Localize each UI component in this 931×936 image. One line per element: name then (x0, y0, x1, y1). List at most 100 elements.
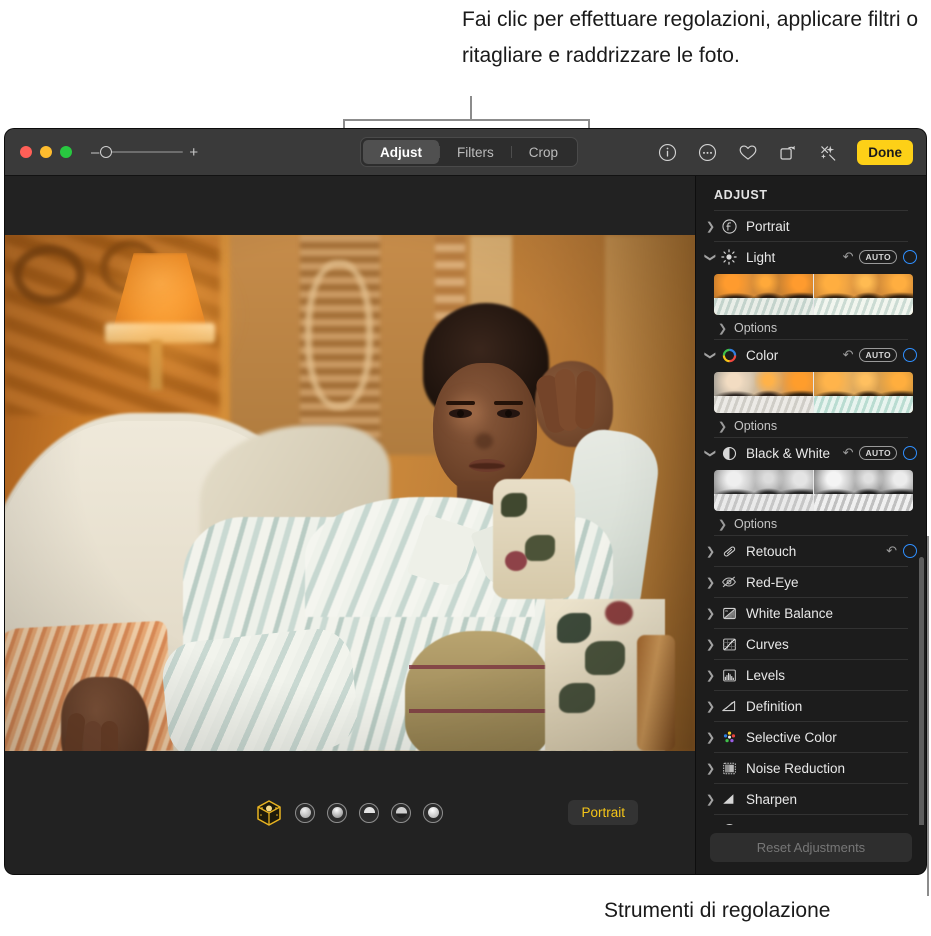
more-options-icon[interactable] (697, 142, 718, 163)
tab-crop[interactable]: Crop (512, 140, 575, 164)
color-preview-after[interactable] (814, 372, 913, 413)
natural-light-cube-icon[interactable] (255, 799, 283, 827)
black-and-white-options-row[interactable]: ❯ Options (696, 513, 926, 535)
zoom-slider-track[interactable] (100, 146, 184, 158)
callout-bottom-text: Strumenti di regolazione (604, 899, 831, 922)
chevron-right-icon[interactable]: ❯ (704, 762, 717, 775)
adjust-row-black-and-white-label: Black & White (746, 445, 831, 461)
adjust-row-portrait[interactable]: ❯ Portrait (696, 211, 926, 241)
auto-button[interactable]: AUTO (859, 446, 897, 460)
adjust-row-light[interactable]: ❯ Light ↶ AUTO (696, 242, 926, 272)
reset-adjustments-button[interactable]: Reset Adjustments (710, 833, 912, 862)
adjust-row-portrait-label: Portrait (746, 218, 790, 234)
bw-preview-after[interactable] (814, 470, 913, 511)
auto-button[interactable]: AUTO (859, 348, 897, 362)
sun-icon (719, 247, 739, 267)
chevron-right-icon[interactable]: ❯ (704, 824, 717, 826)
chevron-right-icon[interactable]: ❯ (716, 322, 729, 335)
zoom-slider-knob[interactable] (100, 146, 113, 158)
revert-icon[interactable]: ↶ (886, 543, 897, 559)
tab-filters[interactable]: Filters (440, 140, 511, 164)
chevron-right-icon[interactable]: ❯ (704, 220, 717, 233)
chevron-right-icon[interactable]: ❯ (704, 700, 717, 713)
light-options-row[interactable]: ❯ Options (696, 317, 926, 339)
chevron-right-icon[interactable]: ❯ (704, 545, 717, 558)
color-options-row[interactable]: ❯ Options (696, 415, 926, 437)
adjust-row-retouch[interactable]: ❯ Retouch ↶ (696, 536, 926, 566)
chevron-right-icon[interactable]: ❯ (716, 518, 729, 531)
adjust-row-selective-color[interactable]: ❯ Selective Color (696, 722, 926, 752)
chevron-right-icon[interactable]: ❯ (704, 607, 717, 620)
adjust-row-black-and-white[interactable]: ❯ Black & White ↶ AUTO (696, 438, 926, 468)
portrait-f-icon (719, 216, 739, 236)
chevron-right-icon[interactable]: ❯ (716, 420, 729, 433)
adjust-row-curves[interactable]: ❯ Curves (696, 629, 926, 659)
portrait-toggle-button[interactable]: Portrait (568, 800, 638, 825)
auto-enhance-icon[interactable] (817, 142, 838, 163)
adjust-row-vignette[interactable]: ❯ Vignette (696, 815, 926, 825)
minimize-window-button[interactable] (40, 146, 52, 158)
contour-light-button[interactable] (327, 802, 347, 823)
enable-toggle[interactable] (903, 544, 917, 558)
adjust-row-definition[interactable]: ❯ Definition (696, 691, 926, 721)
enable-toggle[interactable] (903, 250, 917, 264)
adjust-row-white-balance[interactable]: ❯ W B White Balance (696, 598, 926, 628)
noise-reduction-icon (719, 758, 739, 778)
zoom-in-icon[interactable]: + (189, 145, 198, 160)
adjust-row-vignette-label: Vignette (746, 823, 920, 826)
studio-light-button[interactable] (295, 802, 315, 823)
light-preview-before[interactable] (714, 274, 813, 315)
adjust-panel-scroll-area[interactable]: ❯ Portrait ❯ Light ↶ AUTO ❯ Options ❯ Co… (696, 211, 926, 825)
favorite-heart-icon[interactable] (737, 142, 758, 163)
high-key-light-mono-button[interactable] (423, 802, 443, 823)
maximize-window-button[interactable] (60, 146, 72, 158)
chevron-down-icon[interactable]: ❯ (704, 447, 717, 460)
auto-button[interactable]: AUTO (859, 250, 897, 264)
color-preview-strip[interactable] (714, 372, 913, 413)
adjust-row-noise-reduction-label: Noise Reduction (746, 760, 846, 776)
color-wheel-icon (719, 345, 739, 365)
adjust-panel-scrollbar[interactable] (919, 557, 924, 825)
color-options-label: Options (734, 419, 778, 433)
revert-icon[interactable]: ↶ (843, 249, 854, 265)
chevron-right-icon[interactable]: ❯ (704, 731, 717, 744)
editor-body: Portrait ADJUST ❯ Portrait ❯ Light ↶ AUT… (5, 176, 926, 874)
adjust-row-red-eye[interactable]: ❯ Red-Eye (696, 567, 926, 597)
revert-icon[interactable]: ↶ (843, 347, 854, 363)
zoom-slider[interactable]: – + (91, 145, 198, 160)
edited-photo[interactable] (5, 235, 695, 751)
toolbar-actions: Done (657, 129, 913, 176)
chevron-down-icon[interactable]: ❯ (704, 349, 717, 362)
revert-icon[interactable]: ↶ (843, 445, 854, 461)
chevron-right-icon[interactable]: ❯ (704, 638, 717, 651)
chevron-right-icon[interactable]: ❯ (704, 669, 717, 682)
definition-icon (719, 696, 739, 716)
close-window-button[interactable] (20, 146, 32, 158)
eye-slash-icon (719, 572, 739, 592)
stage-light-mono-button[interactable] (391, 802, 411, 823)
rotate-icon[interactable] (777, 142, 798, 163)
selective-color-icon (719, 727, 739, 747)
adjust-row-definition-label: Definition (746, 698, 803, 714)
adjust-row-color[interactable]: ❯ Color ↶ AUTO (696, 340, 926, 370)
adjust-row-levels[interactable]: ❯ Levels (696, 660, 926, 690)
chevron-down-icon[interactable]: ❯ (704, 251, 717, 264)
done-button[interactable]: Done (857, 140, 913, 165)
chevron-right-icon[interactable]: ❯ (704, 576, 717, 589)
enable-toggle[interactable] (903, 348, 917, 362)
tab-adjust[interactable]: Adjust (363, 140, 439, 164)
adjust-row-noise-reduction[interactable]: ❯ Noise Reduction (696, 753, 926, 783)
black-and-white-preview-strip[interactable] (714, 470, 913, 511)
stage-light-button[interactable] (359, 802, 379, 823)
retouch-bandage-icon (719, 541, 739, 561)
info-icon[interactable] (657, 142, 678, 163)
levels-icon (719, 665, 739, 685)
color-preview-before[interactable] (714, 372, 813, 413)
zoom-out-icon[interactable]: – (91, 145, 99, 160)
light-preview-strip[interactable] (714, 274, 913, 315)
adjust-row-sharpen[interactable]: ❯ Sharpen (696, 784, 926, 814)
light-preview-after[interactable] (814, 274, 913, 315)
enable-toggle[interactable] (903, 446, 917, 460)
chevron-right-icon[interactable]: ❯ (704, 793, 717, 806)
bw-preview-before[interactable] (714, 470, 813, 511)
